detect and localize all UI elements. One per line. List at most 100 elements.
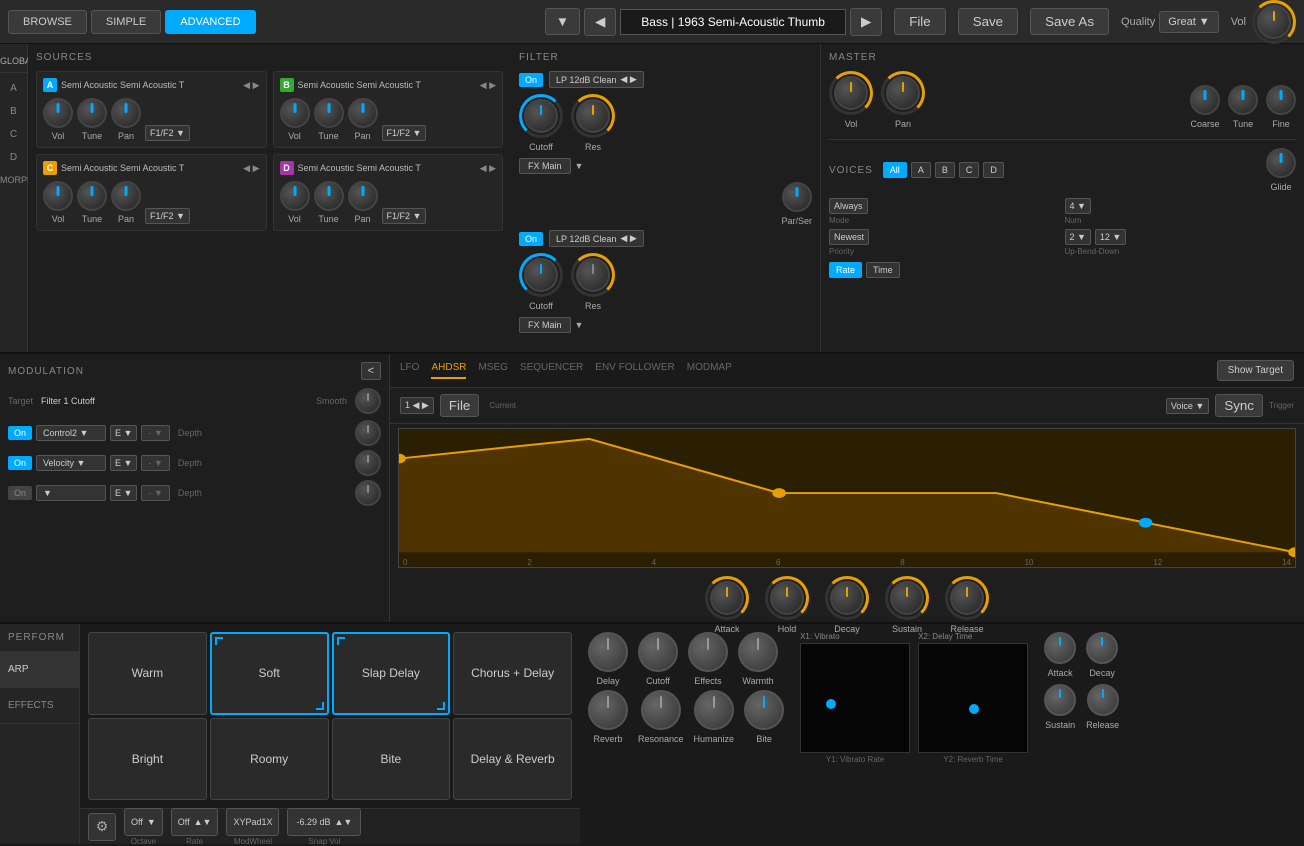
mod3-depth-knob[interactable] — [355, 480, 381, 506]
source-d-vol-knob[interactable] — [280, 181, 310, 211]
time-btn[interactable]: Time — [866, 262, 900, 278]
pad-chorus-delay[interactable]: Chorus + Delay — [453, 632, 572, 715]
hold-knob[interactable] — [770, 581, 804, 615]
source-a-arrow[interactable]: ◀ ▶ — [243, 80, 259, 91]
smooth-knob[interactable] — [355, 388, 381, 414]
morph-label[interactable]: MORPH — [0, 169, 27, 191]
voices-c-btn[interactable]: C — [959, 162, 980, 178]
mod1-dash-select[interactable]: - ▼ — [141, 425, 169, 441]
source-d-arrow[interactable]: ◀ ▶ — [480, 163, 496, 174]
filter1-type[interactable]: LP 12dB Clean ◀ ▶ — [549, 71, 644, 88]
octave-select[interactable]: Off ▼ — [124, 808, 163, 836]
mod3-on-button[interactable]: On — [8, 486, 32, 500]
perf-bite-knob[interactable] — [744, 690, 784, 730]
env-num-select[interactable]: 1 ◀ ▶ — [400, 397, 434, 414]
perf-effects-knob[interactable] — [688, 632, 728, 672]
pad-delay-reverb[interactable]: Delay & Reverb — [453, 718, 572, 801]
source-a-vol-knob[interactable] — [43, 98, 73, 128]
perf-humanize-knob[interactable] — [694, 690, 734, 730]
arp-tab[interactable]: ARP — [0, 652, 79, 688]
master-vol-knob[interactable] — [834, 76, 868, 110]
mod1-on-button[interactable]: On — [8, 426, 32, 440]
perf-release-knob[interactable] — [1087, 684, 1119, 716]
perf-cutoff-knob[interactable] — [638, 632, 678, 672]
mod3-dash-select[interactable]: - ▼ — [141, 485, 169, 501]
pad-warm[interactable]: Warm — [88, 632, 207, 715]
file-button[interactable]: File — [894, 8, 945, 35]
mod3-e-select[interactable]: E ▼ — [110, 485, 137, 501]
master-coarse-knob[interactable] — [1190, 85, 1220, 115]
xy-pad-2[interactable] — [918, 643, 1028, 753]
decay-knob[interactable] — [830, 581, 864, 615]
source-d-f1f2[interactable]: F1/F2 ▼ — [382, 208, 427, 224]
save-as-button[interactable]: Save As — [1030, 8, 1109, 35]
up-bend-val2[interactable]: 12 ▼ — [1095, 229, 1126, 245]
master-pan-knob[interactable] — [886, 76, 920, 110]
mod1-source-select[interactable]: Control2 ▼ — [36, 425, 106, 441]
voice-select[interactable]: Voice ▼ — [1166, 398, 1209, 414]
source-c-pan-knob[interactable] — [111, 181, 141, 211]
voices-a-btn[interactable]: A — [911, 162, 931, 178]
perf-delay-knob[interactable] — [588, 632, 628, 672]
voices-all-btn[interactable]: All — [883, 162, 907, 178]
source-b-vol-knob[interactable] — [280, 98, 310, 128]
par-ser-knob[interactable] — [782, 182, 812, 212]
dropdown-arrow[interactable]: ▼ — [545, 8, 580, 35]
filter2-type[interactable]: LP 12dB Clean ◀ ▶ — [549, 230, 644, 247]
perf-warmth-knob[interactable] — [738, 632, 778, 672]
filter1-cutoff-knob[interactable] — [524, 99, 558, 133]
mod2-on-button[interactable]: On — [8, 456, 32, 470]
rate-select[interactable]: Off ▲▼ — [171, 808, 219, 836]
filter2-res-knob[interactable] — [576, 258, 610, 292]
perf-decay-knob[interactable] — [1086, 632, 1118, 664]
pad-bite[interactable]: Bite — [332, 718, 451, 801]
mod2-dash-select[interactable]: - ▼ — [141, 455, 169, 471]
filter1-on-button[interactable]: On — [519, 73, 543, 87]
perf-resonance-knob[interactable] — [641, 690, 681, 730]
mod1-e-select[interactable]: E ▼ — [110, 425, 137, 441]
perf-sustain-knob[interactable] — [1044, 684, 1076, 716]
advanced-button[interactable]: ADVANCED — [165, 10, 255, 34]
prev-preset[interactable]: ◀ — [584, 8, 616, 36]
source-c-vol-knob[interactable] — [43, 181, 73, 211]
c-label[interactable]: C — [0, 123, 27, 146]
master-fine-knob[interactable] — [1266, 85, 1296, 115]
a-label[interactable]: A — [0, 77, 27, 100]
filter1-res-knob[interactable] — [576, 99, 610, 133]
tab-ahdsr[interactable]: AHDSR — [431, 362, 466, 379]
sustain-knob[interactable] — [890, 581, 924, 615]
mod2-source-select[interactable]: Velocity ▼ — [36, 455, 106, 471]
filter1-fx-select[interactable]: FX Main — [519, 158, 571, 174]
perf-reverb-knob[interactable] — [588, 690, 628, 730]
priority-select[interactable]: Newest — [829, 229, 869, 245]
source-d-tune-knob[interactable] — [314, 181, 344, 211]
glide-knob[interactable] — [1266, 148, 1296, 178]
tab-modmap[interactable]: MODMAP — [687, 362, 732, 379]
source-b-arrow[interactable]: ◀ ▶ — [480, 80, 496, 91]
perf-attack-knob[interactable] — [1044, 632, 1076, 664]
release-knob[interactable] — [950, 581, 984, 615]
voices-b-btn[interactable]: B — [935, 162, 955, 178]
pad-roomy[interactable]: Roomy — [210, 718, 329, 801]
tab-sequencer[interactable]: SEQUENCER — [520, 362, 583, 379]
d-label[interactable]: D — [0, 146, 27, 169]
simple-button[interactable]: SIMPLE — [91, 10, 161, 34]
tab-env-follower[interactable]: ENV FOLLOWER — [595, 362, 674, 379]
num-select[interactable]: 4 ▼ — [1065, 198, 1091, 214]
up-bend-val1[interactable]: 2 ▼ — [1065, 229, 1091, 245]
attack-knob[interactable] — [710, 581, 744, 615]
source-a-f1f2[interactable]: F1/F2 ▼ — [145, 125, 190, 141]
collapse-button[interactable]: < — [361, 362, 381, 380]
modwheel-select[interactable]: XYPad1X — [226, 808, 279, 836]
source-a-tune-knob[interactable] — [77, 98, 107, 128]
xy-pad-1[interactable] — [800, 643, 910, 753]
filter2-on-button[interactable]: On — [519, 232, 543, 246]
filter2-fx-select[interactable]: FX Main — [519, 317, 571, 333]
mod3-source-select[interactable]: ▼ — [36, 485, 106, 501]
pad-slap-delay[interactable]: Slap Delay — [332, 632, 451, 715]
mod1-depth-knob[interactable] — [355, 420, 381, 446]
source-c-tune-knob[interactable] — [77, 181, 107, 211]
mode-select[interactable]: Always — [829, 198, 868, 214]
mod2-e-select[interactable]: E ▼ — [110, 455, 137, 471]
next-preset[interactable]: ▶ — [850, 8, 882, 36]
